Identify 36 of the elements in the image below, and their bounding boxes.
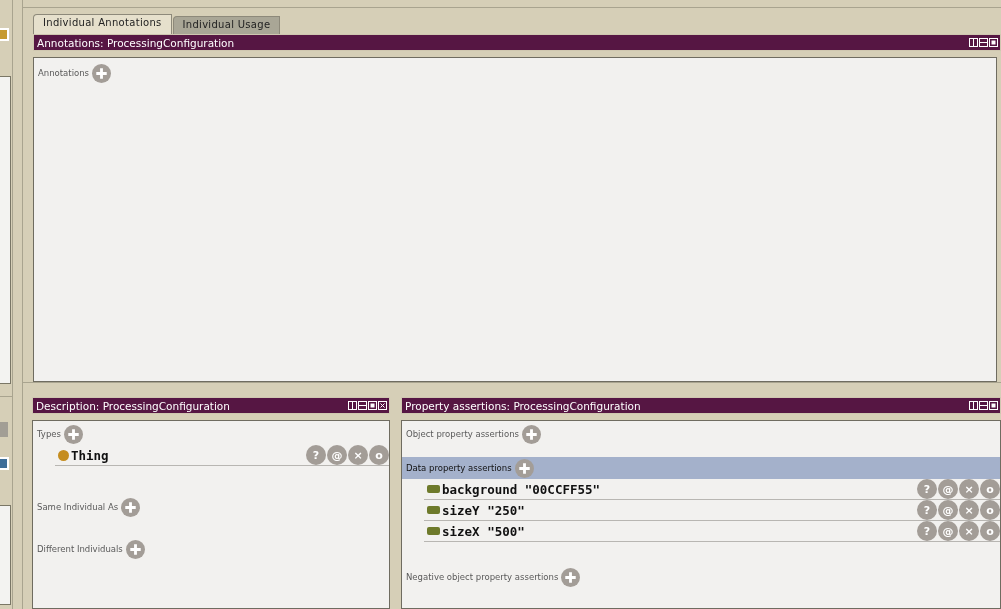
annotate-button[interactable]: @: [938, 521, 958, 541]
tab[interactable]: Individual Annotations: [33, 14, 172, 34]
assertion-row[interactable]: sizeX "500" ? @ × o: [424, 521, 1000, 542]
delete-button[interactable]: ×: [348, 445, 368, 465]
delete-button[interactable]: ×: [959, 521, 979, 541]
delete-button[interactable]: ×: [959, 479, 979, 499]
assertion-text: Thing: [71, 447, 110, 463]
assertion-row[interactable]: sizeY "250" ? @ × o: [424, 500, 1000, 521]
panel-title: Property assertions: ProcessingConfiguration: [405, 399, 641, 412]
tab[interactable]: Individual Usage: [172, 16, 281, 34]
assertion-text: sizeX "500": [442, 523, 526, 539]
help-button[interactable]: ?: [306, 445, 326, 465]
section-label: Different Individuals: [37, 544, 123, 554]
section-label: Types: [37, 429, 61, 439]
edit-button[interactable]: o: [980, 479, 1000, 499]
edit-button[interactable]: o: [980, 500, 1000, 520]
edit-button[interactable]: o: [980, 521, 1000, 541]
annotate-button[interactable]: @: [938, 500, 958, 520]
assertion-row[interactable]: background "00CCFF55" ? @ × o: [424, 479, 1000, 500]
section-label: Object property assertions: [406, 429, 519, 439]
help-button[interactable]: ?: [917, 479, 937, 499]
edit-button[interactable]: o: [369, 445, 389, 465]
section-label: Negative object property assertions: [406, 572, 559, 582]
help-button[interactable]: ?: [917, 521, 937, 541]
section-label: Annotations: [38, 68, 90, 78]
help-button[interactable]: ?: [917, 500, 937, 520]
section-label: Same Individual As: [37, 502, 119, 512]
annotate-button[interactable]: @: [327, 445, 347, 465]
delete-button[interactable]: ×: [959, 500, 979, 520]
assertion-text: sizeY "250": [442, 502, 526, 518]
panel-title: Annotations: ProcessingConfiguration: [37, 36, 235, 49]
annotate-button[interactable]: @: [938, 479, 958, 499]
panel-title: Description: ProcessingConfiguration: [36, 399, 230, 412]
assertion-row[interactable]: Thing ? @ × o: [55, 445, 389, 466]
section-label: Data property assertions: [406, 463, 512, 473]
assertion-text: background "00CCFF55": [442, 481, 602, 497]
